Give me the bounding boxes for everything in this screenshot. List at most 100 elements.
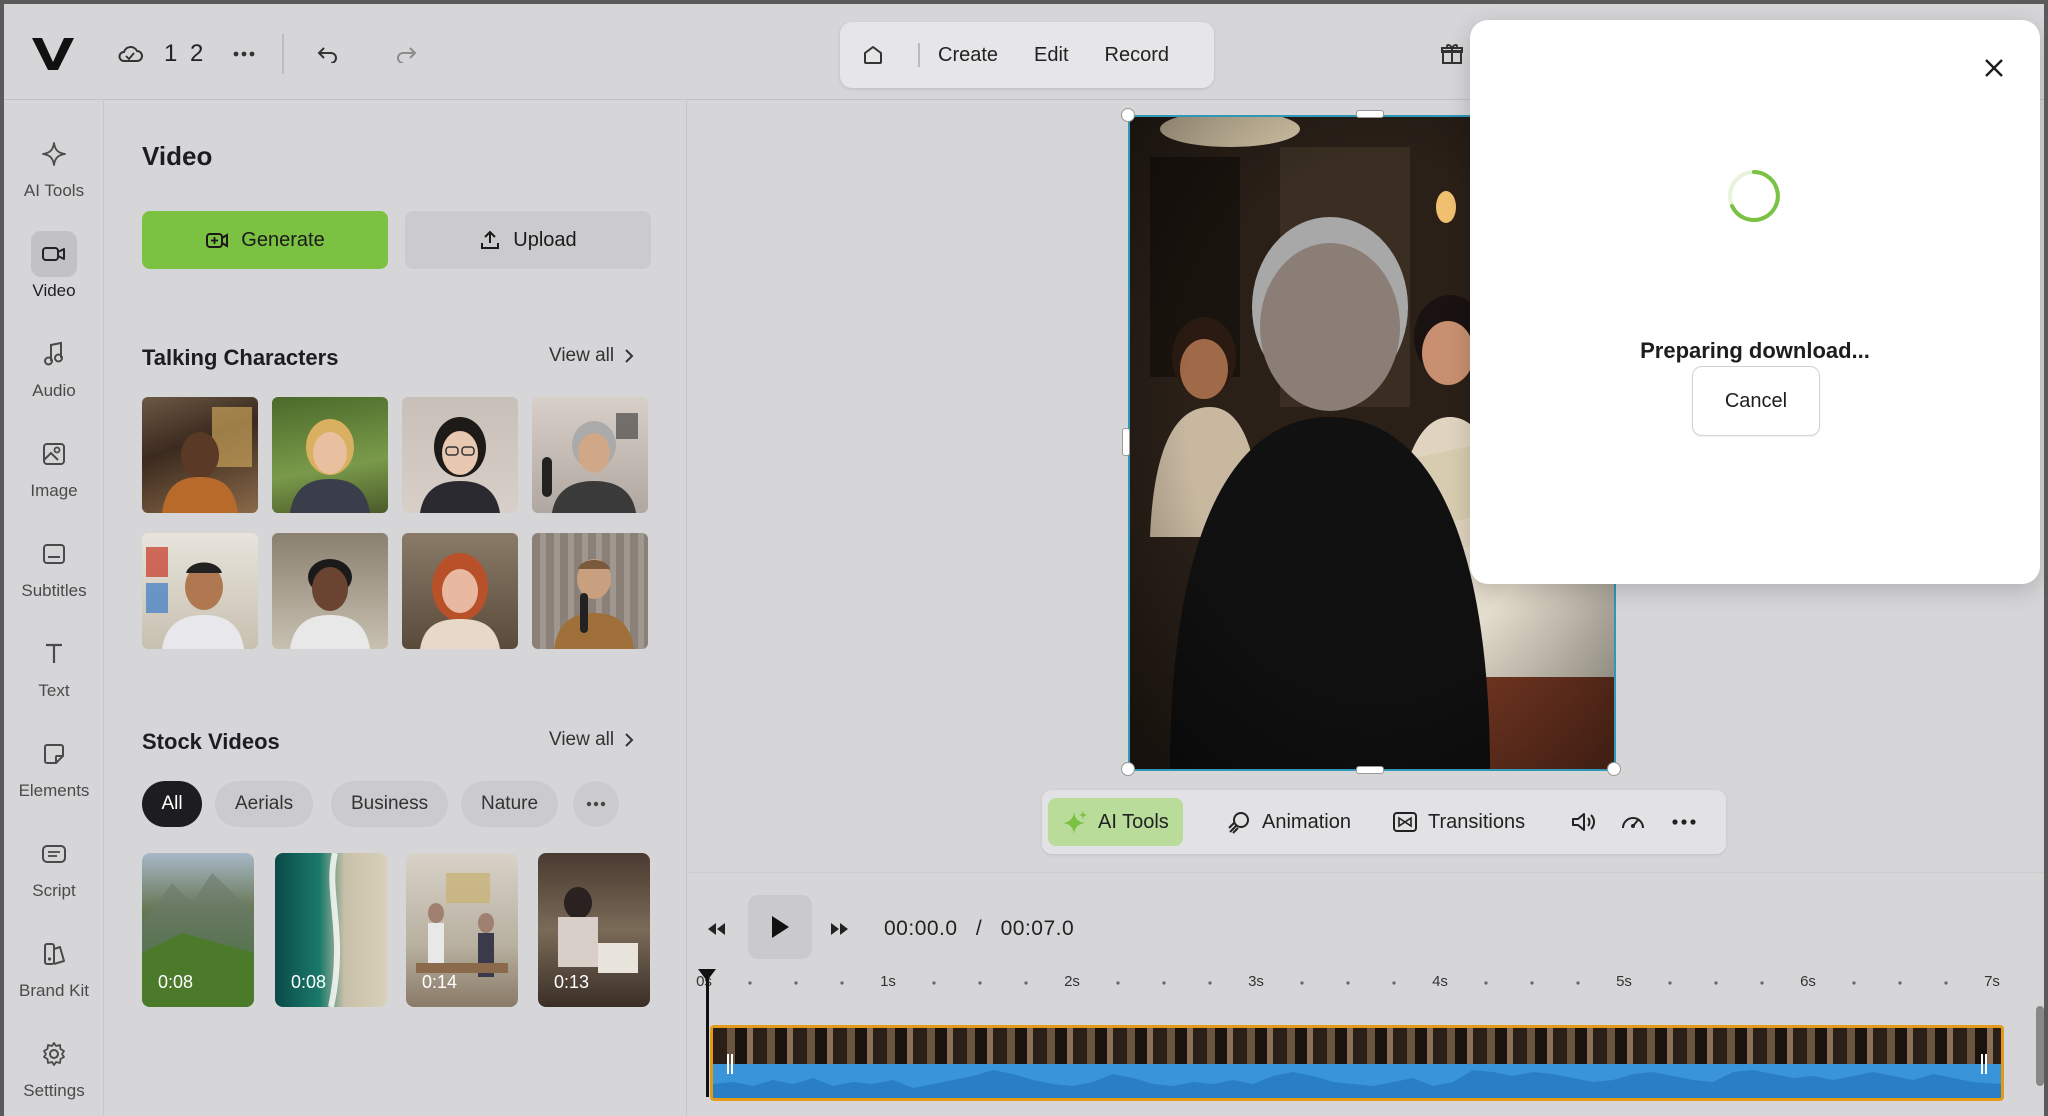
redo-icon[interactable] [388,36,424,72]
logo-icon[interactable] [30,34,76,74]
more-horizontal-icon [586,801,606,807]
clip-trim-handle-right[interactable] [1981,1054,1987,1074]
mode-create[interactable]: Create [938,44,998,67]
chip-all[interactable]: All [142,781,202,827]
resize-handle[interactable] [1122,428,1130,456]
speedometer-icon [1622,817,1644,829]
character-thumbnail[interactable] [272,533,388,649]
stock-video-thumbnail[interactable]: 0:14 [406,853,518,1007]
play-button[interactable] [748,895,812,959]
chip-aerials[interactable]: Aerials [215,781,314,827]
animation-icon [1228,812,1249,834]
resize-handle[interactable] [1121,108,1135,122]
timecode: 00:00.0 / 00:07.0 [884,917,1074,941]
sparkle-icon [31,131,77,177]
character-thumbnail[interactable] [402,397,518,513]
clip-trim-handle-left[interactable] [727,1054,733,1074]
rewind-button[interactable] [696,909,736,949]
image-icon [31,431,77,477]
download-dialog: Preparing download... Cancel [1470,20,2040,584]
resize-handle[interactable] [1121,762,1135,776]
timeline-scrollbar[interactable] [2036,1006,2044,1086]
rail-item-image[interactable]: Image [4,431,104,521]
chip-business[interactable]: Business [331,781,449,827]
character-thumbnail[interactable] [402,533,518,649]
stock-video-thumbnail[interactable]: 0:13 [538,853,650,1007]
subtitles-icon [31,531,77,577]
volume-icon [1572,813,1595,831]
animation-label: Animation [1262,810,1351,833]
cancel-button[interactable]: Cancel [1692,366,1820,436]
character-thumbnail[interactable] [532,397,648,513]
generate-video-icon [206,233,229,248]
mode-record[interactable]: Record [1105,44,1169,67]
mode-divider [918,43,920,67]
resize-handle[interactable] [1356,110,1384,118]
video-track-clip[interactable] [710,1025,2004,1101]
character-thumbnail[interactable] [532,533,648,649]
stock-view-all-link[interactable]: View all [549,729,634,751]
home-icon[interactable] [840,22,906,88]
gift-icon[interactable] [1440,42,1464,66]
current-time: 00:00.0 [884,917,958,940]
loading-spinner-icon [1728,170,1780,222]
transitions-button[interactable]: Transitions [1378,798,1539,846]
talking-characters-title: Talking Characters [142,345,339,370]
character-thumbnail[interactable] [142,397,258,513]
rail-item-subtitles[interactable]: Subtitles [4,531,104,621]
rail-label: Text [38,681,70,700]
panel-title: Video [142,141,213,171]
video-duration: 0:08 [291,972,327,992]
character-thumbnail[interactable] [272,397,388,513]
ai-tools-button[interactable]: AI Tools [1048,798,1183,846]
dialog-message: Preparing download... [1640,338,1870,363]
resize-handle[interactable] [1356,766,1384,774]
more-options-button[interactable] [1662,798,1706,846]
chip-more-button[interactable] [573,781,619,827]
fast-forward-icon [831,923,848,935]
stock-video-thumbnail[interactable]: 0:08 [275,853,387,1007]
rail-item-elements[interactable]: Elements [4,731,104,821]
project-counter: 1 2 [164,40,207,67]
clip-filmstrip [713,1028,2001,1064]
undo-icon[interactable] [310,36,346,72]
character-thumbnail[interactable] [142,533,258,649]
total-time: 00:07.0 [1000,917,1075,940]
playhead[interactable] [698,969,716,1097]
chip-nature[interactable]: Nature [461,781,559,827]
resize-handle[interactable] [1607,762,1621,776]
video-duration: 0:14 [422,972,458,992]
close-button[interactable] [1976,50,2012,86]
fast-forward-button[interactable] [820,909,860,949]
cloud-icon[interactable] [112,36,148,72]
rail-item-audio[interactable]: Audio [4,331,104,421]
rail-item-ai-tools[interactable]: AI Tools [4,131,104,221]
rail-item-text[interactable]: Text [4,631,104,721]
rail-item-settings[interactable]: Settings [4,1031,104,1116]
generate-button[interactable]: Generate [142,211,388,269]
video-duration: 0:13 [554,972,590,992]
view-all-label: View all [549,345,615,366]
play-icon [772,916,789,938]
video-camera-icon [31,231,77,277]
ai-tools-label: AI Tools [1098,810,1169,833]
rail-item-brand-kit[interactable]: Brand Kit [4,931,104,1021]
transitions-icon [1393,812,1417,832]
timeline: 00:00.0 / 00:07.0 0s 1s 2s 3s 4s 5s 6s 7… [688,872,2044,1116]
script-icon [31,831,77,877]
rail-item-video[interactable]: Video [4,231,104,321]
transitions-label: Transitions [1428,810,1526,833]
volume-button[interactable] [1560,798,1606,846]
brand-kit-icon [31,931,77,977]
more-horizontal-icon[interactable] [226,36,262,72]
speed-button[interactable] [1610,798,1656,846]
talking-view-all-link[interactable]: View all [549,345,634,367]
rail-item-script[interactable]: Script [4,831,104,921]
time-ruler[interactable]: 0s 1s 2s 3s 4s 5s 6s 7s [696,973,2014,1003]
text-icon [31,631,77,677]
stock-video-thumbnail[interactable]: 0:08 [142,853,254,1007]
mode-switcher: Create Edit Record [840,22,1214,88]
animation-button[interactable]: Animation [1212,798,1365,846]
mode-edit[interactable]: Edit [1034,44,1068,67]
upload-button[interactable]: Upload [405,211,651,269]
